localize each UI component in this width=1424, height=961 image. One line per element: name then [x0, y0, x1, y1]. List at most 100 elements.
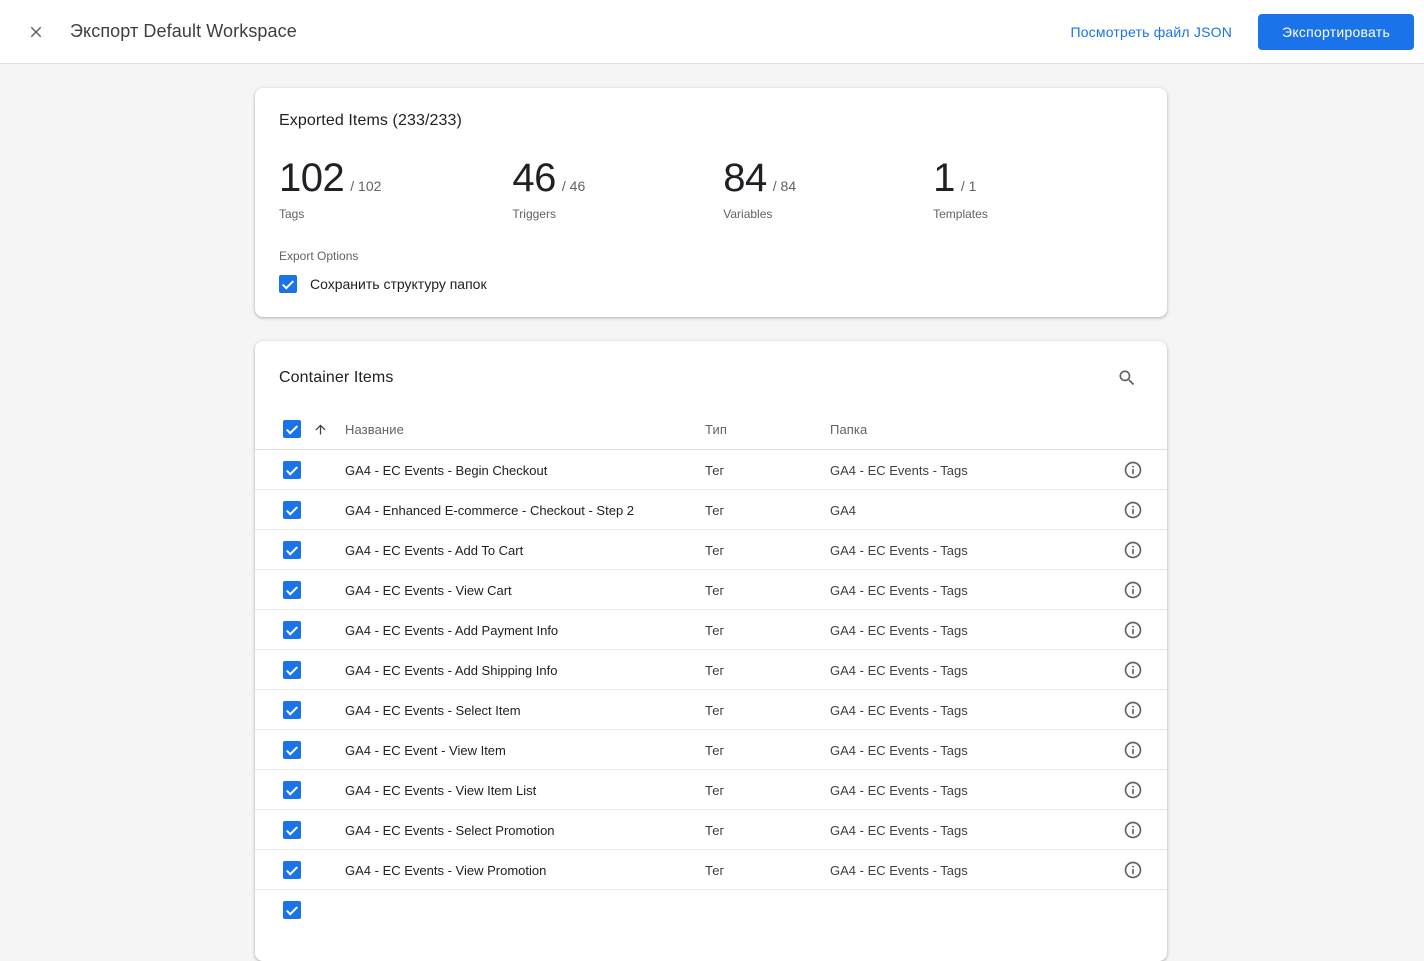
table-row-partial — [255, 890, 1167, 930]
info-icon — [1123, 580, 1143, 600]
row-checkbox[interactable] — [283, 741, 301, 759]
table-row: GA4 - Enhanced E-commerce - Checkout - S… — [255, 490, 1167, 530]
close-icon — [27, 23, 45, 41]
info-button[interactable] — [1113, 770, 1153, 810]
row-name: GA4 - EC Events - Select Item — [345, 702, 521, 718]
row-checkbox[interactable] — [283, 821, 301, 839]
info-button[interactable] — [1113, 570, 1153, 610]
table-row: GA4 - EC Events - Add To Cart Тег GA4 - … — [255, 530, 1167, 570]
stat-label: Tags — [279, 207, 305, 221]
row-checkbox[interactable] — [283, 461, 301, 479]
row-folder: GA4 - EC Events - Tags — [830, 462, 968, 478]
row-name: GA4 - EC Events - Begin Checkout — [345, 462, 548, 478]
row-name: GA4 - EC Events - Add Payment Info — [345, 622, 559, 638]
search-icon — [1117, 368, 1137, 388]
info-icon — [1123, 660, 1143, 680]
stat-value: 102 — [279, 156, 345, 200]
column-header-name[interactable]: Название — [345, 422, 705, 437]
row-folder: GA4 - EC Events - Tags — [830, 582, 968, 598]
stat-value: 1 — [933, 156, 955, 200]
row-folder: GA4 — [830, 502, 857, 518]
stat-total: / 1 — [960, 178, 977, 194]
arrow-up-icon — [313, 422, 328, 437]
info-icon — [1123, 540, 1143, 560]
info-button[interactable] — [1113, 490, 1153, 530]
info-icon — [1123, 620, 1143, 640]
table-row: GA4 - EC Events - Select Item Тег GA4 - … — [255, 690, 1167, 730]
row-type: Тег — [705, 462, 725, 478]
row-type: Тег — [705, 582, 725, 598]
row-name: GA4 - EC Events - Select Promotion — [345, 822, 555, 838]
container-items-header: Container Items — [255, 341, 1167, 409]
row-checkbox[interactable] — [283, 541, 301, 559]
keep-folder-structure-checkbox[interactable] — [279, 275, 297, 293]
row-folder: GA4 - EC Events - Tags — [830, 662, 968, 678]
row-type: Тег — [705, 702, 725, 718]
table-row: GA4 - EC Events - View Cart Тег GA4 - EC… — [255, 570, 1167, 610]
row-type: Тег — [705, 542, 725, 558]
row-checkbox[interactable] — [283, 661, 301, 679]
info-button[interactable] — [1113, 850, 1153, 890]
info-icon — [1123, 820, 1143, 840]
row-checkbox[interactable] — [283, 861, 301, 879]
row-name: GA4 - EC Events - View Cart — [345, 582, 512, 598]
row-type: Тег — [705, 622, 725, 638]
info-button[interactable] — [1113, 810, 1153, 850]
row-checkbox[interactable] — [283, 901, 301, 919]
top-bar: Экспорт Default Workspace Посмотреть фай… — [0, 0, 1424, 64]
table-row: GA4 - EC Events - View Promotion Тег GA4… — [255, 850, 1167, 890]
select-all-checkbox[interactable] — [283, 420, 301, 438]
table-row: GA4 - EC Events - Begin Checkout Тег GA4… — [255, 450, 1167, 490]
table-row: GA4 - EC Events - Add Payment Info Тег G… — [255, 610, 1167, 650]
row-name: GA4 - EC Events - View Promotion — [345, 862, 547, 878]
row-checkbox[interactable] — [283, 581, 301, 599]
row-type: Тег — [705, 862, 725, 878]
view-json-link[interactable]: Посмотреть файл JSON — [1070, 24, 1232, 40]
row-checkbox[interactable] — [283, 781, 301, 799]
row-checkbox[interactable] — [283, 621, 301, 639]
info-button[interactable] — [1113, 610, 1153, 650]
stat-total: / 84 — [772, 178, 797, 194]
column-header-type[interactable]: Тип — [705, 422, 830, 437]
row-folder: GA4 - EC Events - Tags — [830, 542, 968, 558]
stat-value: 46 — [512, 156, 556, 200]
row-name: GA4 - EC Events - View Item List — [345, 782, 537, 798]
stat-label: Templates — [933, 207, 988, 221]
row-checkbox[interactable] — [283, 501, 301, 519]
row-type: Тег — [705, 742, 725, 758]
container-items-title: Container Items — [279, 369, 394, 386]
close-button[interactable] — [16, 12, 56, 52]
info-icon — [1123, 780, 1143, 800]
info-button[interactable] — [1113, 530, 1153, 570]
exported-items-card: Exported Items (233/233) 102 / 102 Tags … — [255, 88, 1167, 317]
table-row: GA4 - EC Events - View Item List Тег GA4… — [255, 770, 1167, 810]
row-type: Тег — [705, 822, 725, 838]
column-header-folder[interactable]: Папка — [830, 422, 1099, 437]
row-folder: GA4 - EC Events - Tags — [830, 702, 968, 718]
info-icon — [1123, 460, 1143, 480]
search-button[interactable] — [1111, 362, 1143, 394]
info-button[interactable] — [1113, 730, 1153, 770]
stat-triggers: 46 / 46 Triggers — [512, 158, 723, 221]
table-row: GA4 - EC Events - Add Shipping Info Тег … — [255, 650, 1167, 690]
row-name: GA4 - EC Events - Add Shipping Info — [345, 662, 558, 678]
row-checkbox[interactable] — [283, 701, 301, 719]
sort-ascending-button[interactable] — [313, 422, 328, 437]
row-type: Тег — [705, 662, 725, 678]
info-icon — [1123, 500, 1143, 520]
row-name: GA4 - EC Event - View Item — [345, 742, 506, 758]
info-button[interactable] — [1113, 450, 1153, 490]
row-folder: GA4 - EC Events - Tags — [830, 622, 968, 638]
info-button[interactable] — [1113, 650, 1153, 690]
info-button[interactable] — [1113, 690, 1153, 730]
info-icon — [1123, 740, 1143, 760]
row-folder: GA4 - EC Events - Tags — [830, 742, 968, 758]
container-items-card: Container Items Название Тип Папка GA4 -… — [255, 341, 1167, 961]
info-icon — [1123, 860, 1143, 880]
row-folder: GA4 - EC Events - Tags — [830, 782, 968, 798]
table-header-row: Название Тип Папка — [255, 409, 1167, 450]
export-button[interactable]: Экспортировать — [1258, 13, 1414, 50]
table-row: GA4 - EC Event - View Item Тег GA4 - EC … — [255, 730, 1167, 770]
stat-label: Variables — [723, 207, 773, 221]
export-stats: 102 / 102 Tags 46 / 46 Triggers 84 / 84 … — [279, 158, 1143, 221]
